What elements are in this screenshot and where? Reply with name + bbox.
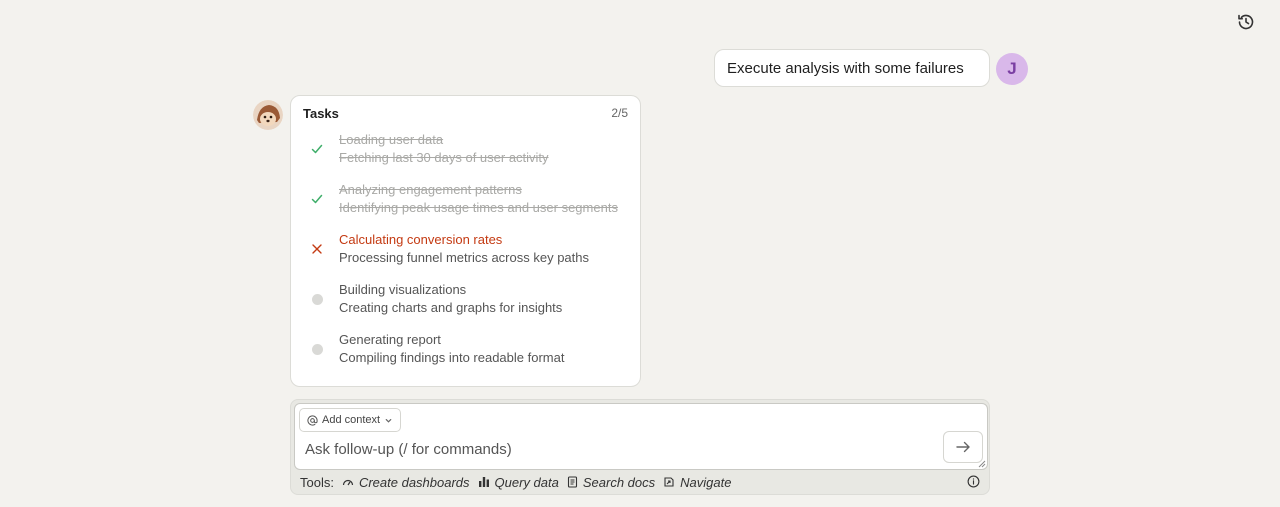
add-context-label: Add context [322,414,381,426]
resize-handle-icon[interactable] [978,460,986,468]
task-item: Loading user data Fetching last 30 days … [291,128,640,168]
task-description: Fetching last 30 days of user activity [339,150,549,165]
tool-label: Create dashboards [358,474,470,490]
task-list-title: Tasks [303,105,339,121]
assistant-avatar [253,100,283,130]
dashboard-gauge-icon [342,479,354,486]
tools-bar: Tools: Create dashboards Query data Sear… [300,474,739,490]
tools-label: Tools: [300,474,334,490]
chevron-down-icon [385,418,392,423]
info-icon [967,475,980,488]
user-message-bubble: Execute analysis with some failures [714,49,990,87]
tool-search-docs[interactable]: Search docs [567,475,655,490]
task-item: Building visualizations Creating charts … [291,278,640,318]
send-button[interactable] [943,431,983,463]
task-item: Generating report Compiling findings int… [291,328,640,368]
pending-dot-icon [309,341,325,357]
composer-input-box: Add context [294,403,988,470]
user-initial: J [1007,59,1017,78]
task-item: Analyzing engagement patterns Identifyin… [291,178,640,218]
message-composer: Add context Tools: Create dashboards Que… [290,399,990,495]
task-description: Compiling findings into readable format [339,350,565,365]
task-title: Calculating conversion rates [339,232,503,247]
tool-create-dashboards[interactable]: Create dashboards [342,475,470,490]
history-icon [1238,14,1254,30]
failed-x-icon [309,241,325,257]
task-progress-count: 2/5 [611,106,628,120]
tool-label: Search docs [582,474,656,490]
task-title: Loading user data [339,132,444,147]
task-list-card: Tasks 2/5 Loading user data Fetching las… [290,95,641,387]
pending-dot-icon [309,291,325,307]
tools-info-button[interactable] [967,475,980,493]
tool-label: Query data [494,474,559,490]
tool-label: Navigate [680,474,732,490]
task-list-header: Tasks 2/5 [303,105,628,121]
follow-up-input[interactable] [305,441,905,458]
task-item: Calculating conversion rates Processing … [291,228,640,268]
tool-query-data[interactable]: Query data [478,475,559,490]
at-sign-icon [307,414,318,426]
task-description: Identifying peak usage times and user se… [339,200,618,215]
hedgehog-avatar-icon [253,100,283,130]
check-icon [309,191,325,207]
navigate-page-icon [664,477,674,487]
task-title: Analyzing engagement patterns [339,182,522,197]
document-icon [567,476,577,488]
tool-navigate[interactable]: Navigate [663,475,731,490]
add-context-button[interactable]: Add context [299,408,402,432]
user-message-text: Execute analysis with some failures [727,59,964,77]
task-description: Processing funnel metrics across key pat… [339,250,589,265]
check-icon [309,141,325,157]
user-avatar: J [996,53,1028,85]
task-description: Creating charts and graphs for insights [339,300,563,315]
bar-chart-icon [478,477,489,487]
task-title: Building visualizations [339,282,467,297]
arrow-right-icon [956,441,970,453]
history-button[interactable] [1235,11,1257,33]
task-title: Generating report [339,332,441,347]
